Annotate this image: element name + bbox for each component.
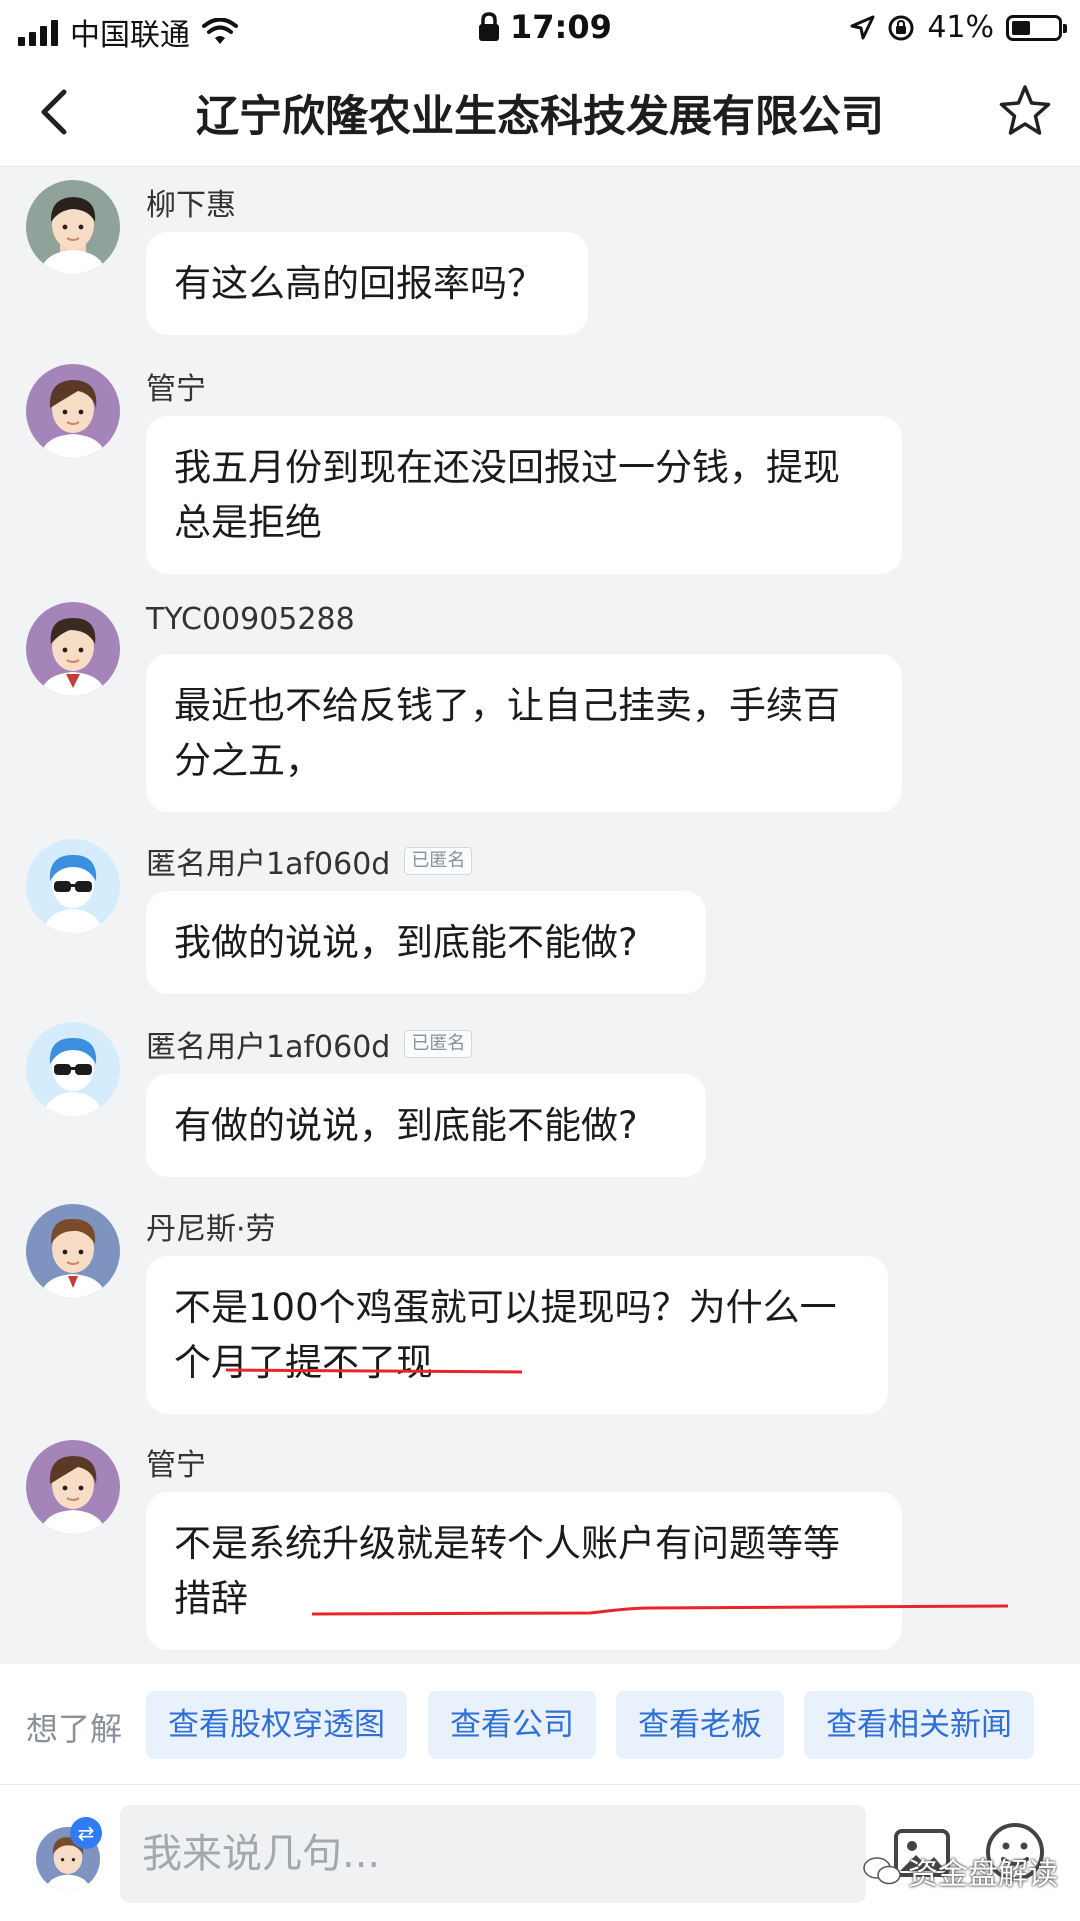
- comment-username[interactable]: 管宁: [146, 364, 206, 408]
- chip-related-news[interactable]: 查看相关新闻: [804, 1691, 1034, 1759]
- rotation-lock-icon: [888, 15, 914, 40]
- location-icon: [850, 15, 875, 39]
- avatar[interactable]: [26, 839, 120, 933]
- comment-username[interactable]: TYC00905288: [146, 602, 355, 637]
- comment-bubble: 我五月份到现在还没回报过一分钱，提现总是拒绝: [146, 416, 902, 574]
- star-icon: [999, 85, 1051, 135]
- wifi-icon: [202, 18, 238, 44]
- carrier-label: 中国联通: [70, 18, 190, 53]
- avatar[interactable]: [26, 602, 120, 696]
- battery-icon: [1006, 14, 1067, 41]
- comment-bubble: 不是100个鸡蛋就可以提现吗？为什么一个月了提不了现: [146, 1256, 888, 1414]
- comment-bubble: 我做的说说，到底能不能做?: [146, 891, 706, 994]
- comment-bubble: 不是系统升级就是转个人账户有问题等等措辞: [146, 1492, 902, 1650]
- avatar[interactable]: [26, 1440, 120, 1534]
- signal-icon: [18, 18, 58, 46]
- comment-bubble: 最近也不给反钱了，让自己挂卖，手续百分之五，: [146, 654, 902, 812]
- status-right: 41%: [849, 10, 1067, 45]
- comment-username[interactable]: 丹尼斯·劳: [146, 1204, 276, 1248]
- comment-username[interactable]: 匿名用户1af060d 已匿名: [146, 1022, 473, 1066]
- avatar[interactable]: [26, 1204, 120, 1298]
- anonymous-badge: 已匿名: [404, 1030, 473, 1058]
- avatar[interactable]: [26, 1022, 120, 1116]
- comment-bubble: 有这么高的回报率吗？: [146, 232, 588, 335]
- chip-view-boss[interactable]: 查看老板: [616, 1691, 784, 1759]
- chip-equity-penetration[interactable]: 查看股权穿透图: [146, 1691, 407, 1759]
- suggestion-bar: 想了解 查看股权穿透图 查看公司 查看老板 查看相关新闻: [0, 1664, 1080, 1784]
- swap-icon[interactable]: ⇄: [70, 1817, 102, 1849]
- battery-percent: 41%: [927, 10, 994, 45]
- watermark: 资金盘解读: [862, 1849, 1058, 1893]
- wechat-icon: [863, 1857, 901, 1885]
- status-left: 中国联通: [18, 10, 238, 54]
- status-bar: 中国联通 17:09 41%: [0, 0, 1080, 56]
- comment-text: 有做的说说，到底能不能做?: [174, 1104, 638, 1147]
- page-title: 辽宁欣隆农业生态科技发展有限公司: [196, 92, 884, 142]
- lock-icon: [479, 12, 499, 41]
- comment-username[interactable]: 管宁: [146, 1440, 206, 1484]
- red-underline: [225, 1368, 523, 1374]
- comment-input[interactable]: [120, 1805, 866, 1903]
- comment-username[interactable]: 匿名用户1af060d 已匿名: [146, 839, 473, 883]
- back-arrow-icon: [41, 89, 67, 135]
- chip-view-company[interactable]: 查看公司: [428, 1691, 596, 1759]
- comment-text: 我五月份到现在还没回报过一分钱，提现总是拒绝: [174, 446, 840, 544]
- nav-header: 辽宁欣隆农业生态科技发展有限公司: [0, 56, 1080, 167]
- comment-list[interactable]: 柳下惠 有这么高的回报率吗？ 管宁 我五月份到现在还没回报过一分钱，提现总是拒绝: [0, 168, 1080, 1664]
- comment-input-bar: ⇄ 资金盘解读: [0, 1784, 1080, 1921]
- anonymous-badge: 已匿名: [404, 847, 473, 875]
- avatar[interactable]: [26, 364, 120, 458]
- favorite-button[interactable]: [996, 82, 1054, 140]
- red-underline: [311, 1604, 1009, 1616]
- back-button[interactable]: [28, 82, 88, 142]
- status-center: 17:09: [478, 8, 612, 46]
- avatar[interactable]: [26, 180, 120, 274]
- comment-bubble: 有做的说说，到底能不能做?: [146, 1074, 706, 1177]
- comment-text: 我做的说说，到底能不能做?: [174, 921, 638, 964]
- comment-text: 有这么高的回报率吗？: [174, 262, 544, 305]
- comment-text: 最近也不给反钱了，让自己挂卖，手续百分之五，: [174, 684, 840, 782]
- clock: 17:09: [510, 8, 612, 46]
- comment-username[interactable]: 柳下惠: [146, 180, 236, 224]
- suggestion-label: 想了解: [26, 1710, 123, 1748]
